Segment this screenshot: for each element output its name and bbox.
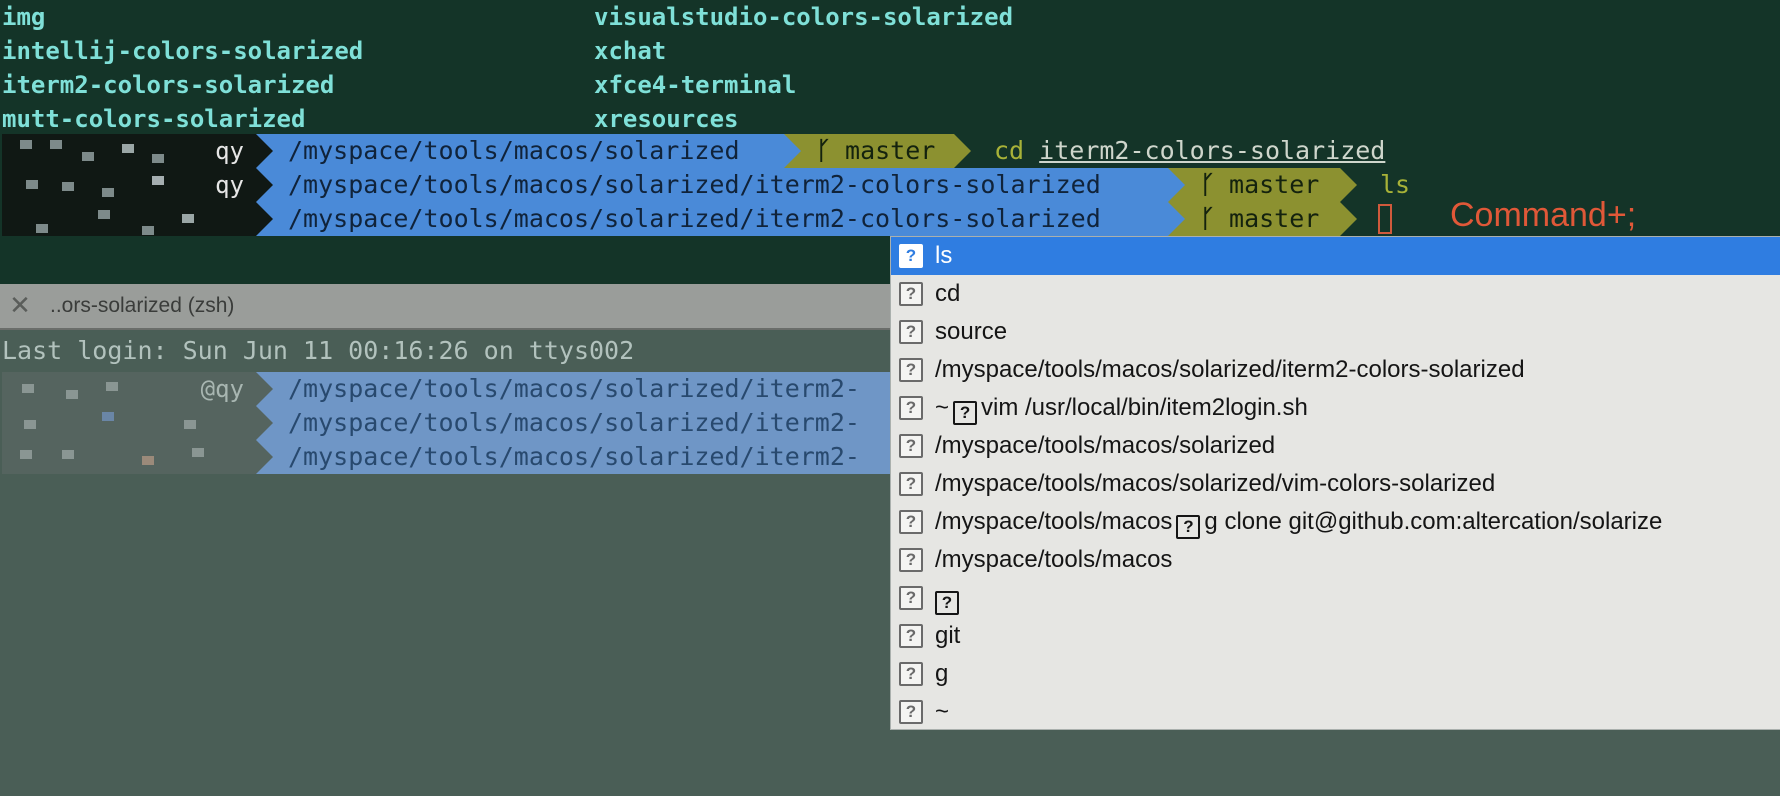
unknown-glyph-icon: ? xyxy=(899,586,923,610)
unknown-glyph-icon: ? xyxy=(953,401,978,425)
ls-entry: xchat xyxy=(594,37,667,65)
tab-title[interactable]: ..ors-solarized (zsh) xyxy=(50,284,234,328)
command-name: cd xyxy=(994,136,1025,165)
autocomplete-item-label: ~? vim /usr/local/bin/item2login.sh xyxy=(935,389,1308,427)
prompt-path: /myspace/tools/macos/solarized/iterm2- xyxy=(256,406,896,440)
unknown-glyph-icon: ? xyxy=(899,624,923,648)
autocomplete-item-label: /myspace/tools/macos/solarized xyxy=(935,432,1276,459)
prompt-line: qy /myspace/tools/macos/solarized ᚴ maste… xyxy=(0,134,1780,168)
autocomplete-item-label: cd xyxy=(935,280,961,307)
ls-entry: img xyxy=(2,3,46,31)
autocomplete-item-label: /myspace/tools/macos xyxy=(935,546,1173,573)
autocomplete-item-label: /myspace/tools/macos? g clone git@github.… xyxy=(935,503,1662,541)
autocomplete-item-label: source xyxy=(935,318,1008,345)
autocomplete-item-label: /myspace/tools/macos/solarized/iterm2-co… xyxy=(935,356,1525,383)
unknown-glyph-icon: ? xyxy=(899,700,923,724)
prompt-command: ls xyxy=(1380,170,1411,199)
autocomplete-item[interactable]: ? /myspace/tools/macos/solarized xyxy=(891,427,1780,465)
redacted-user-host: qy xyxy=(2,168,258,202)
command-arg: iterm2-colors-solarized xyxy=(1039,136,1386,165)
ls-entry: xfce4-terminal xyxy=(594,71,797,99)
autocomplete-item-label: /myspace/tools/macos/solarized/vim-color… xyxy=(935,470,1496,497)
autocomplete-item[interactable]: ? ? xyxy=(891,579,1780,617)
prompt-git-branch: ᚴ master xyxy=(784,134,971,168)
autocomplete-item[interactable]: ? ~? vim /usr/local/bin/item2login.sh xyxy=(891,389,1780,427)
git-branch-icon: ᚴ xyxy=(1200,170,1216,199)
unknown-glyph-icon: ? xyxy=(899,396,923,420)
unknown-glyph-icon: ? xyxy=(935,591,959,615)
last-login-line: Last login: Sun Jun 11 00:16:26 on ttys0… xyxy=(2,336,635,365)
prompt-path: /myspace/tools/macos/solarized/iterm2- xyxy=(256,372,896,406)
ls-entry: xresources xyxy=(594,105,739,133)
autocomplete-item[interactable]: ? /myspace/tools/macos xyxy=(891,541,1780,579)
item-prefix: ~ xyxy=(935,394,950,421)
autocomplete-item[interactable]: ? ls xyxy=(891,237,1780,275)
unknown-glyph-icon: ? xyxy=(899,244,923,268)
redacted-user-host xyxy=(2,202,258,236)
autocomplete-item-label: git xyxy=(935,622,961,649)
prompt-user: @qy xyxy=(200,375,244,403)
text-cursor[interactable] xyxy=(1378,204,1392,234)
prompt-path: /myspace/tools/macos/solarized xyxy=(256,134,801,168)
unknown-glyph-icon: ? xyxy=(899,358,923,382)
autocomplete-item[interactable]: ? /myspace/tools/macos/solarized/iterm2-… xyxy=(891,351,1780,389)
prompt-user: qy xyxy=(215,171,244,199)
shortcut-hint-annotation: Command+; xyxy=(1450,196,1637,234)
prompt-command: cd iterm2-colors-solarized xyxy=(994,134,1385,168)
ls-entry: mutt-colors-solarized xyxy=(2,105,306,133)
close-icon[interactable]: ✕ xyxy=(6,291,34,319)
autocomplete-item[interactable]: ? g xyxy=(891,655,1780,693)
prompt-path: /myspace/tools/macos/solarized/iterm2-co… xyxy=(256,202,1185,236)
autocomplete-item[interactable]: ? ~ xyxy=(891,693,1780,729)
prompt-git-branch: ᚴ master xyxy=(1168,202,1357,236)
ls-entry: visualstudio-colors-solarized xyxy=(594,3,1014,31)
redacted-user-host xyxy=(2,406,258,440)
redacted-user-host: qy xyxy=(2,134,258,168)
redacted-user-host xyxy=(2,440,258,474)
git-branch-icon: ᚴ xyxy=(816,136,832,165)
ls-entry: iterm2-colors-solarized xyxy=(2,71,335,99)
unknown-glyph-icon: ? xyxy=(899,282,923,306)
autocomplete-item[interactable]: ? source xyxy=(891,313,1780,351)
prompt-path: /myspace/tools/macos/solarized/iterm2-co… xyxy=(256,168,1185,202)
branch-name: master xyxy=(845,136,936,165)
autocomplete-item-label: ? xyxy=(935,579,963,617)
autocomplete-item[interactable]: ? /myspace/tools/macos/solarized/vim-col… xyxy=(891,465,1780,503)
item-prefix: /myspace/tools/macos xyxy=(935,508,1173,535)
ls-entry: intellij-colors-solarized xyxy=(2,37,364,65)
autocomplete-item[interactable]: ? /myspace/tools/macos? g clone git@githu… xyxy=(891,503,1780,541)
autocomplete-item-label: ~ xyxy=(935,698,950,725)
prompt-path: /myspace/tools/macos/solarized/iterm2- xyxy=(256,440,896,474)
autocomplete-item[interactable]: ? git xyxy=(891,617,1780,655)
unknown-glyph-icon: ? xyxy=(899,510,923,534)
unknown-glyph-icon: ? xyxy=(899,434,923,458)
git-branch-icon: ᚴ xyxy=(1200,204,1216,233)
redacted-user-host: @qy xyxy=(2,372,258,406)
unknown-glyph-icon: ? xyxy=(899,472,923,496)
autocomplete-item-label: ls xyxy=(935,242,953,269)
unknown-glyph-icon: ? xyxy=(899,320,923,344)
autocomplete-item[interactable]: ? cd xyxy=(891,275,1780,313)
branch-name: master xyxy=(1229,204,1320,233)
prompt-git-branch: ᚴ master xyxy=(1168,168,1357,202)
autocomplete-item-label: g xyxy=(935,660,949,687)
item-suffix: g clone git@github.com:altercation/solar… xyxy=(1204,508,1663,535)
unknown-glyph-icon: ? xyxy=(899,548,923,572)
branch-name: master xyxy=(1229,170,1320,199)
prompt-user: qy xyxy=(215,137,244,165)
item-suffix: vim /usr/local/bin/item2login.sh xyxy=(981,394,1308,421)
unknown-glyph-icon: ? xyxy=(1176,515,1201,539)
unknown-glyph-icon: ? xyxy=(899,662,923,686)
autocomplete-popup[interactable]: ? ls ? cd ? source ? /myspace/tools/maco… xyxy=(890,236,1780,730)
